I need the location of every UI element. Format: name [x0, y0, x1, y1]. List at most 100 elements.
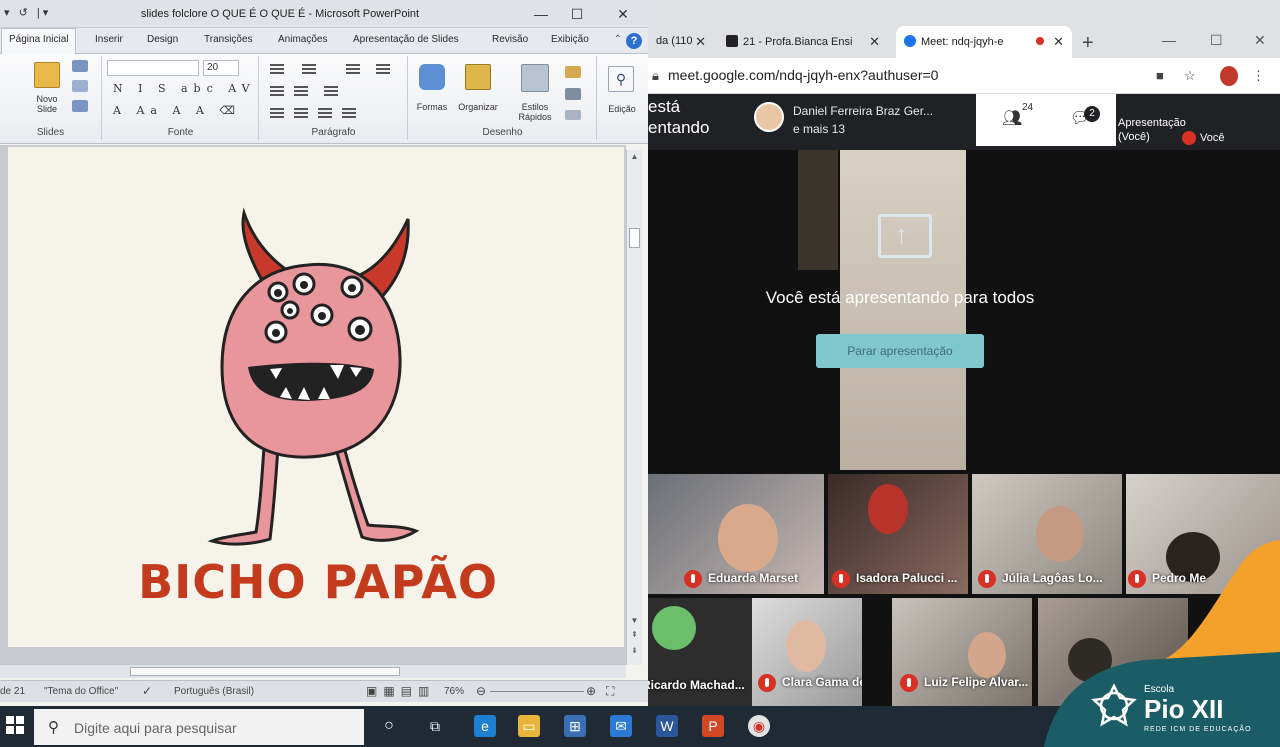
stop-presenting-button[interactable]: Parar apresentação [816, 334, 984, 368]
language-label[interactable]: Português (Brasil) [174, 686, 254, 697]
arrange-icon[interactable] [465, 64, 491, 90]
slide-canvas[interactable]: BICHO PAPÃO [8, 147, 624, 647]
ribbon-group-label: Slides [36, 127, 65, 138]
camera-icon[interactable]: ■ [1156, 68, 1164, 83]
align-right-icon[interactable] [318, 108, 332, 120]
maximize-button[interactable]: ☐ [1210, 32, 1223, 49]
font-style-buttons[interactable]: N I S abc AV [113, 82, 256, 95]
new-slide-button[interactable]: Novo Slide [24, 94, 70, 114]
tab-transitions[interactable]: Transições [204, 34, 253, 45]
tab-design[interactable]: Design [147, 34, 178, 45]
help-icon[interactable]: ? [626, 33, 642, 49]
font-color-buttons[interactable]: A Aa A A ⌫ [113, 104, 241, 117]
fit-slide-icon[interactable]: ⛶ [606, 684, 614, 699]
close-tab-icon[interactable]: ✕ [869, 34, 880, 50]
browser-tab[interactable]: da (110 ✕ [648, 26, 714, 58]
bookmark-star-icon[interactable]: ☆ [1184, 68, 1196, 84]
numbering-icon[interactable] [302, 64, 316, 76]
horizontal-scrollbar[interactable] [0, 664, 626, 678]
url-text[interactable]: meet.google.com/ndq-jqyh-enx?authuser=0 [668, 67, 938, 83]
increase-indent-icon[interactable] [294, 86, 308, 98]
font-name-box[interactable] [107, 60, 199, 76]
browser-tab-active[interactable]: Meet: ndq-jqyh-e ✕ [896, 26, 1072, 58]
new-tab-button[interactable]: + [1082, 32, 1094, 55]
collapse-ribbon-icon[interactable]: ⌃ [614, 34, 622, 45]
menu-icon[interactable]: ⋮ [1252, 68, 1265, 84]
binoculars-icon[interactable]: ⚲ [608, 66, 634, 92]
participant-name: Eduarda Marset [684, 570, 798, 588]
people-icon[interactable]: 👥︎ [1002, 108, 1022, 128]
address-bar[interactable]: 🔒︎ meet.google.com/ndq-jqyh-enx?authuser… [648, 58, 1280, 94]
tab-insert[interactable]: Inserir [95, 34, 123, 45]
arrange-button[interactable]: Organizar [455, 102, 501, 112]
section-icon[interactable] [72, 100, 88, 112]
prev-slide-icon[interactable]: ⇞ [629, 630, 640, 642]
justify-icon[interactable] [342, 108, 356, 120]
spellcheck-icon[interactable]: ✓ [142, 684, 152, 698]
task-view-icon[interactable]: ⧉ [424, 715, 446, 737]
decrease-indent-icon[interactable] [270, 86, 284, 98]
browser-tab[interactable]: 21 - Profa.Bianca Ensi ✕ [718, 26, 888, 58]
edge-icon[interactable]: e [474, 715, 496, 737]
file-explorer-icon[interactable]: ▭ [518, 715, 540, 737]
scrollbar-thumb[interactable] [130, 667, 400, 676]
shape-effects-icon[interactable] [565, 110, 581, 120]
participant-tile[interactable]: Eduarda Marset [648, 474, 824, 594]
shapes-icon[interactable] [419, 64, 445, 90]
participant-avatar [754, 102, 784, 132]
lock-icon[interactable]: 🔒︎ [652, 68, 659, 84]
camera-reflection [798, 150, 838, 270]
shape-outline-icon[interactable] [565, 88, 581, 100]
mic-off-icon [758, 674, 776, 692]
word-icon[interactable]: W [656, 715, 678, 737]
layout-icon[interactable] [72, 60, 88, 72]
zoom-out-icon[interactable]: ⊖ [476, 684, 486, 698]
close-tab-icon[interactable]: ✕ [695, 34, 706, 50]
participant-tile[interactable]: Luiz Felipe Alvar... [892, 598, 1032, 706]
zoom-in-icon[interactable]: ⊕ [586, 684, 596, 698]
scrollbar-thumb[interactable] [629, 228, 640, 248]
align-left-icon[interactable] [270, 108, 284, 120]
ribbon-group-slides: Novo Slide Slides [0, 56, 102, 140]
close-button[interactable]: ✕ [608, 4, 638, 24]
zoom-slider[interactable] [490, 691, 584, 692]
tab-animations[interactable]: Animações [278, 34, 327, 45]
columns-icon[interactable] [376, 64, 390, 76]
minimize-button[interactable]: — [1162, 32, 1176, 48]
tab-slideshow[interactable]: Apresentação de Slides [353, 34, 459, 45]
shape-fill-icon[interactable] [565, 66, 581, 78]
chrome-icon[interactable]: ◉ [748, 715, 770, 737]
participant-tile[interactable]: Isadora Palucci ... [828, 474, 968, 594]
line-spacing-icon[interactable] [346, 64, 360, 76]
shapes-button[interactable]: Formas [411, 102, 453, 112]
mail-icon[interactable]: ✉ [610, 715, 632, 737]
scroll-up-icon[interactable]: ▲ [629, 152, 640, 164]
bullets-icon[interactable] [270, 64, 284, 76]
windows-start-icon[interactable] [6, 716, 24, 734]
reset-icon[interactable] [72, 80, 88, 92]
tab-home[interactable]: Página Inicial [1, 28, 77, 54]
edit-button[interactable]: Edição [600, 104, 644, 114]
quick-styles-icon[interactable] [521, 64, 549, 92]
store-icon[interactable]: ⊞ [564, 715, 586, 737]
vertical-scrollbar[interactable]: ▲ ▼ ⇞ ⇟ [626, 150, 642, 665]
tab-review[interactable]: Revisão [492, 34, 528, 45]
cortana-icon[interactable]: ○ [378, 715, 400, 737]
profile-avatar[interactable] [1220, 66, 1238, 86]
next-slide-icon[interactable]: ⇟ [629, 646, 640, 658]
powerpoint-icon[interactable]: P [702, 715, 724, 737]
minimize-button[interactable]: — [526, 4, 556, 24]
align-center-icon[interactable] [294, 108, 308, 120]
taskbar-search[interactable]: ⚲ Digite aqui para pesquisar [34, 709, 364, 745]
close-tab-icon[interactable]: ✕ [1053, 34, 1064, 50]
new-slide-icon[interactable] [34, 62, 60, 88]
close-button[interactable]: ✕ [1254, 32, 1266, 49]
scroll-down-icon[interactable]: ▼ [629, 616, 640, 628]
tab-view[interactable]: Exibição [551, 34, 589, 45]
text-direction-icon[interactable] [324, 86, 338, 98]
view-buttons-icon[interactable]: ▣▦▤▥ [366, 684, 435, 698]
font-size-box[interactable]: 20 [203, 60, 239, 76]
maximize-button[interactable]: ☐ [562, 4, 592, 24]
participant-tile[interactable]: Clara Gama de ... [752, 598, 862, 706]
quick-styles-button[interactable]: Estilos Rápidos [507, 102, 563, 122]
